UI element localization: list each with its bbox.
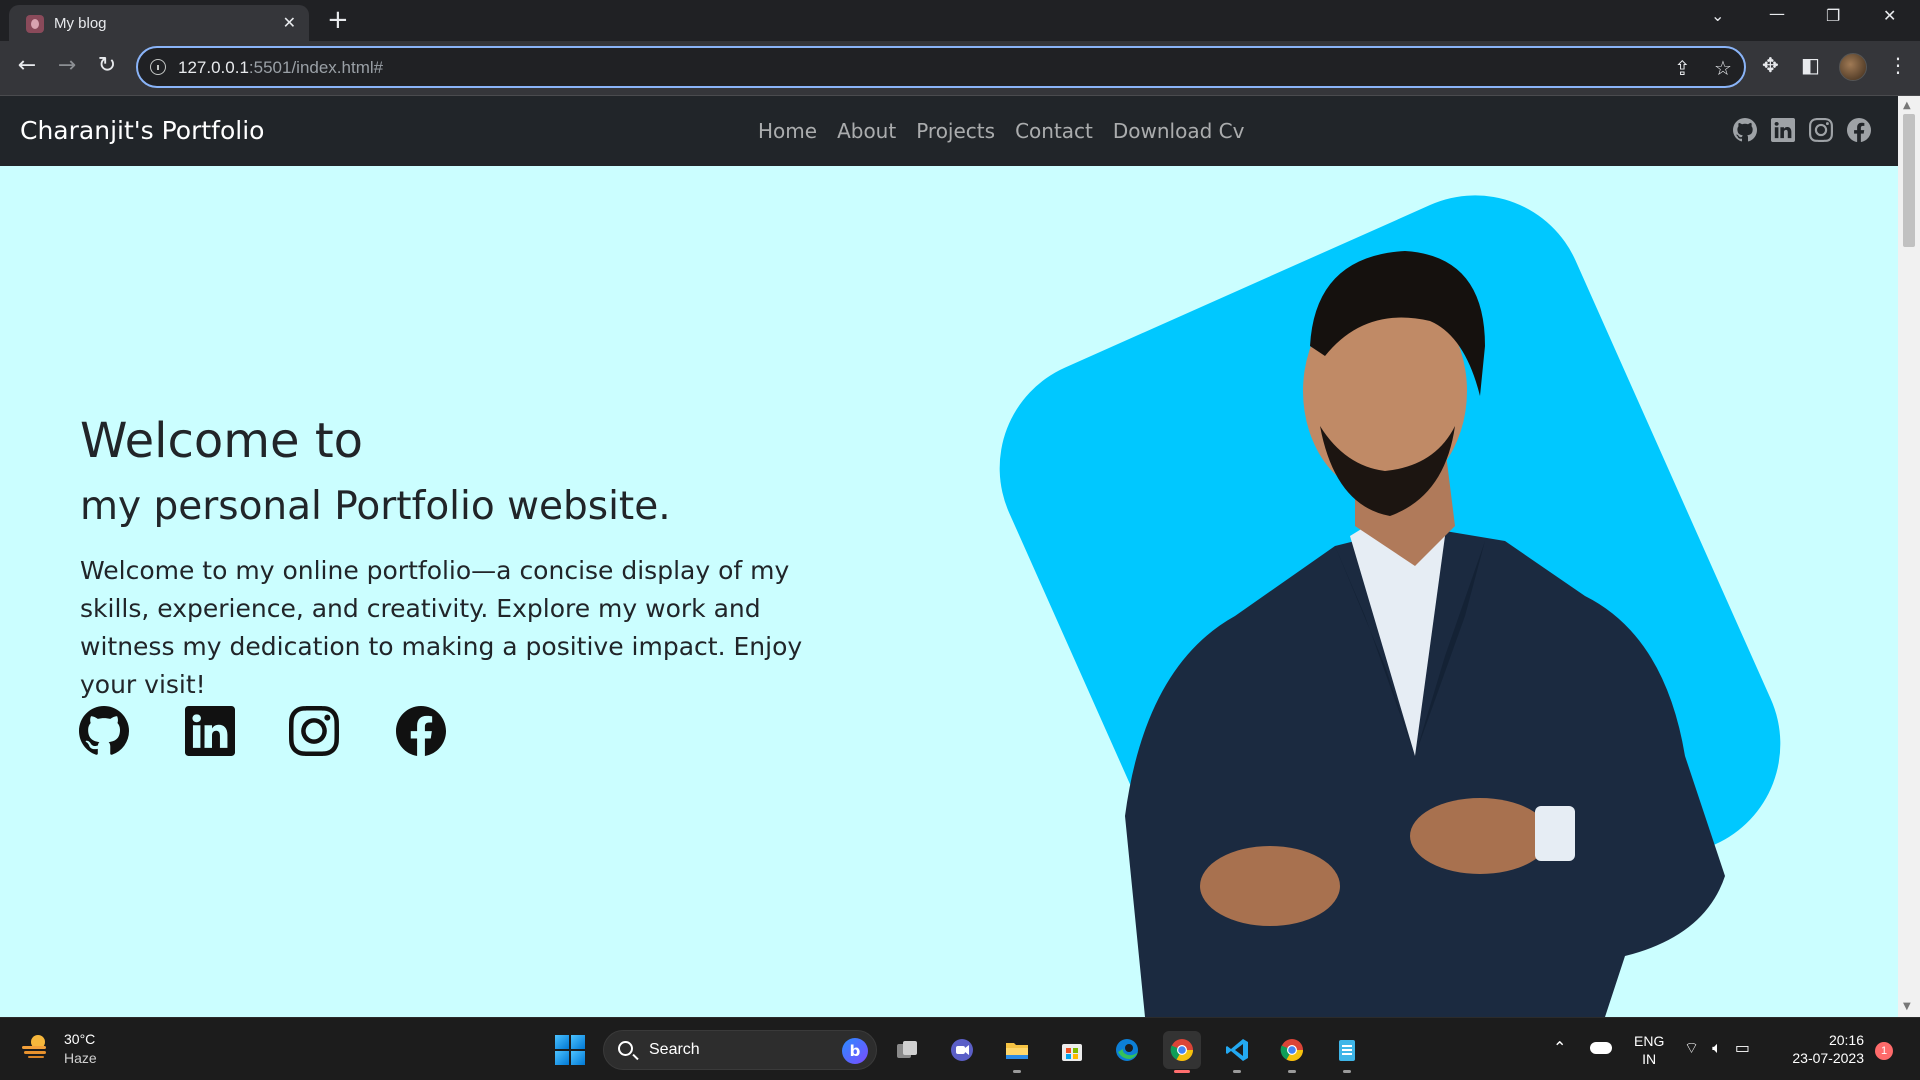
lang-region: IN <box>1642 1051 1657 1067</box>
clock-date: 23-07-2023 <box>1792 1050 1864 1066</box>
battery-icon: ▭ <box>1734 1038 1750 1057</box>
notepad-icon[interactable] <box>1328 1031 1366 1073</box>
forward-arrow-icon[interactable]: → <box>52 51 82 81</box>
scroll-down-icon[interactable]: ▼ <box>1903 1001 1911 1012</box>
bing-icon: b <box>842 1038 868 1064</box>
vscode-icon[interactable] <box>1218 1031 1256 1073</box>
github-icon[interactable] <box>1733 118 1757 142</box>
hero-section: Welcome to my personal Portfolio website… <box>0 160 1898 1017</box>
instagram-icon[interactable] <box>289 706 339 756</box>
system-tray-icons[interactable]: ⌔ 🔈︎ ▭ <box>1684 1038 1750 1058</box>
facebook-icon[interactable] <box>1847 118 1871 142</box>
weather-condition: Haze <box>64 1050 97 1066</box>
show-hidden-icons-chevron-icon[interactable]: ⌃ <box>1553 1038 1566 1057</box>
input-language-indicator[interactable]: ENG IN <box>1634 1032 1664 1068</box>
extensions-puzzle-icon[interactable]: ✥ <box>1762 53 1779 77</box>
haze-sun-icon <box>22 1035 46 1058</box>
site-brand[interactable]: Charanjit's Portfolio <box>20 116 264 145</box>
windows-taskbar: 30°C Haze Search b ⌃ ENG IN ⌔ 🔈︎ ▭ 20:16… <box>0 1017 1920 1080</box>
side-panel-icon[interactable]: ◧ <box>1801 53 1820 77</box>
running-indicator <box>1174 1070 1190 1073</box>
hero-subheading: my personal Portfolio website. <box>80 484 671 529</box>
browser-tabstrip: My blog ✕ + ⌄ — ❐ ✕ <box>0 0 1920 41</box>
bookmark-star-icon[interactable]: ☆ <box>1714 56 1732 80</box>
hero-description: Welcome to my online portfolio—a concise… <box>80 556 803 699</box>
clock-time: 20:16 <box>1828 1032 1864 1048</box>
chrome-icon[interactable] <box>1163 1031 1201 1073</box>
tab-favicon-icon <box>26 15 44 33</box>
taskbar-search-box[interactable]: Search b <box>603 1030 877 1070</box>
back-arrow-icon[interactable]: ← <box>12 51 42 81</box>
share-icon[interactable]: ⇪ <box>1674 56 1691 80</box>
running-indicator <box>1013 1070 1021 1073</box>
browser-toolbar: ← → ↻ 127.0.0.1:5501/index.html# ⇪ ☆ ✥ ◧… <box>0 41 1920 96</box>
search-label: Search <box>649 1041 700 1058</box>
page-viewport: Charanjit's Portfolio Home About Project… <box>0 96 1920 1017</box>
new-tab-button[interactable]: + <box>327 6 349 34</box>
hero-heading: Welcome to <box>80 413 364 469</box>
linkedin-icon[interactable] <box>185 706 235 756</box>
tab-close-icon[interactable]: ✕ <box>283 13 296 32</box>
github-icon[interactable] <box>79 706 129 756</box>
tab-search-chevron-icon[interactable]: ⌄ <box>1711 6 1724 25</box>
nav-link-contact[interactable]: Contact <box>1015 119 1093 143</box>
nav-menu: Home About Projects Contact Download Cv <box>758 119 1244 143</box>
wifi-icon: ⌔ <box>1684 1038 1700 1057</box>
profile-avatar[interactable] <box>1839 53 1867 81</box>
chrome-menu-icon[interactable]: ⋮ <box>1888 53 1908 77</box>
window-close-icon[interactable]: ✕ <box>1883 6 1896 25</box>
linkedin-icon[interactable] <box>1771 118 1795 142</box>
running-indicator <box>1233 1070 1241 1073</box>
reload-icon[interactable]: ↻ <box>92 51 122 81</box>
portrait-image <box>1125 251 1725 1017</box>
running-indicator <box>1343 1070 1351 1073</box>
running-indicator <box>1288 1070 1296 1073</box>
taskbar-clock[interactable]: 20:16 23-07-2023 <box>1784 1031 1864 1067</box>
file-explorer-icon[interactable] <box>998 1031 1036 1073</box>
nav-link-about[interactable]: About <box>837 119 896 143</box>
site-navbar: Charanjit's Portfolio Home About Project… <box>0 96 1898 166</box>
lang-code: ENG <box>1634 1033 1665 1049</box>
scroll-up-icon[interactable]: ▲ <box>1903 100 1911 111</box>
edge-browser-icon[interactable] <box>1108 1031 1146 1069</box>
facebook-icon[interactable] <box>396 706 446 756</box>
onedrive-cloud-icon[interactable] <box>1590 1042 1612 1054</box>
volume-icon: 🔈︎ <box>1712 1038 1722 1057</box>
minimize-icon[interactable]: — <box>1769 4 1785 23</box>
restore-icon[interactable]: ❐ <box>1826 6 1840 25</box>
chrome-icon[interactable] <box>1273 1031 1311 1073</box>
nav-link-home[interactable]: Home <box>758 119 817 143</box>
address-bar[interactable]: 127.0.0.1:5501/index.html# ⇪ ☆ <box>136 46 1746 88</box>
tab-title: My blog <box>54 15 107 32</box>
weather-temperature: 30°C <box>64 1031 96 1047</box>
browser-tab[interactable]: My blog ✕ <box>9 5 309 41</box>
notification-badge[interactable]: 1 <box>1875 1042 1893 1060</box>
nav-link-projects[interactable]: Projects <box>916 119 995 143</box>
nav-link-download-cv[interactable]: Download Cv <box>1113 119 1245 143</box>
teams-chat-icon[interactable] <box>943 1031 981 1069</box>
site-info-icon[interactable] <box>150 59 166 75</box>
page-scrollbar[interactable]: ▲ ▼ <box>1898 96 1920 1017</box>
search-icon <box>618 1041 633 1056</box>
task-view-icon[interactable] <box>888 1031 926 1069</box>
instagram-icon[interactable] <box>1809 118 1833 142</box>
scroll-thumb[interactable] <box>1903 114 1915 247</box>
url-text[interactable]: 127.0.0.1:5501/index.html# <box>178 58 383 78</box>
microsoft-store-icon[interactable] <box>1053 1031 1091 1069</box>
windows-start-icon[interactable] <box>555 1035 585 1065</box>
